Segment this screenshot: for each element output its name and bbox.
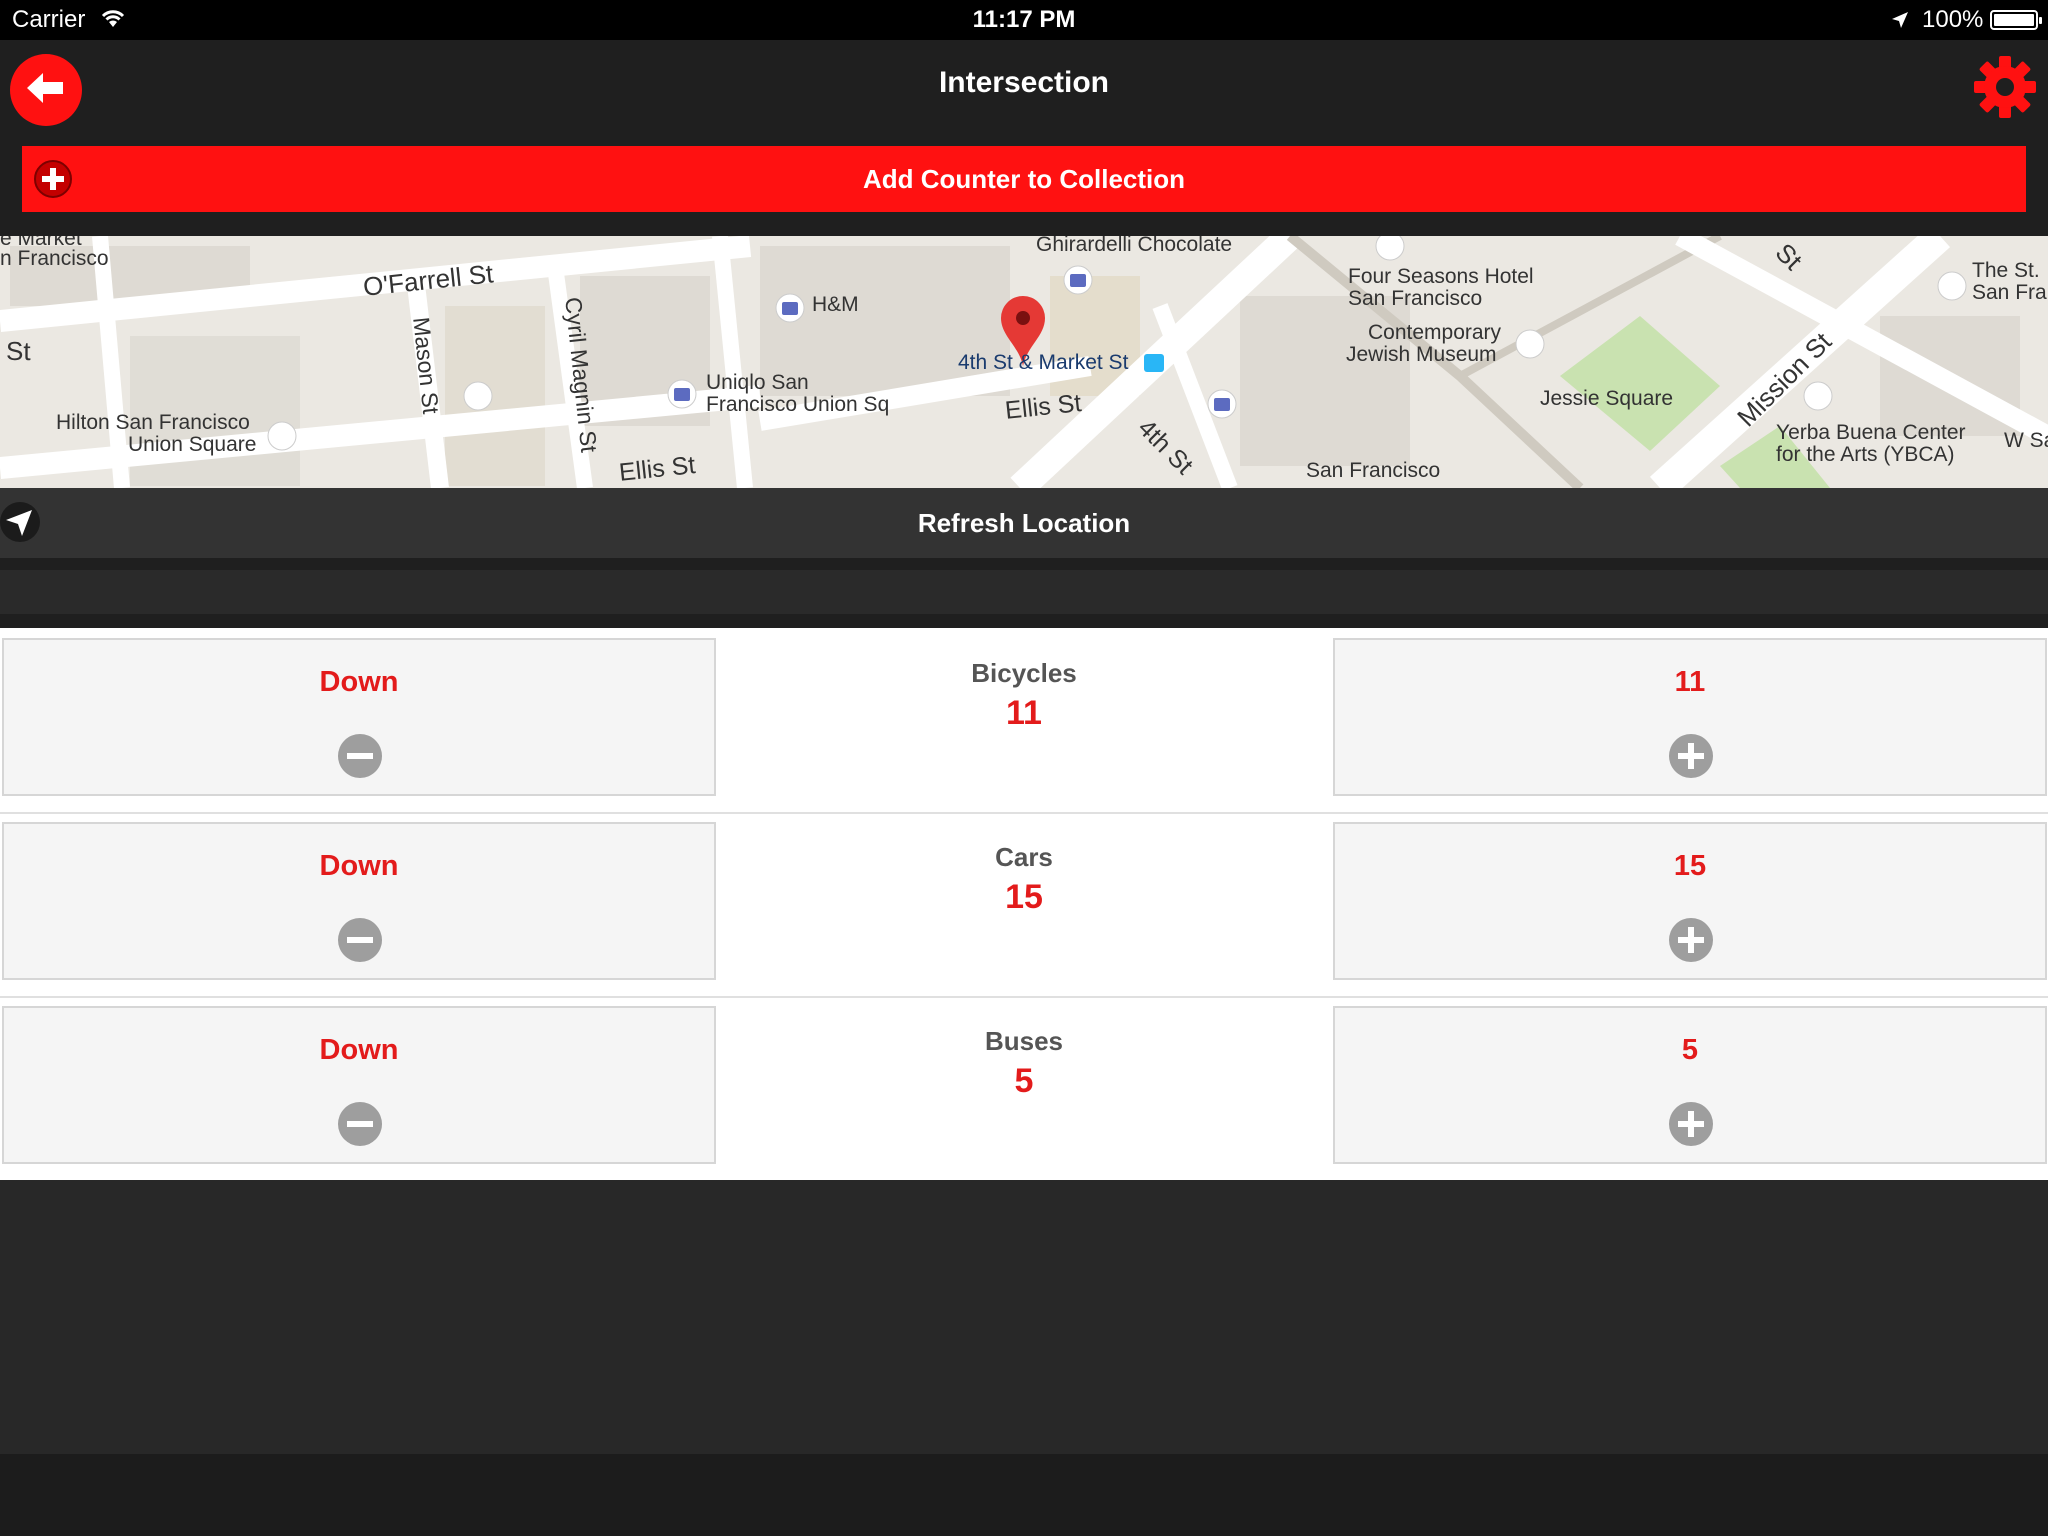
counter-name: Cars — [995, 842, 1053, 872]
minus-circle-icon — [338, 1102, 382, 1146]
map-label: Ghirardelli Chocolate — [1036, 236, 1233, 256]
down-label: Down — [319, 850, 399, 882]
refresh-location-button[interactable]: Refresh Location — [0, 488, 2048, 558]
map-label: St — [6, 336, 31, 366]
add-counter-label: Add Counter to Collection — [862, 164, 1186, 194]
counter-value: 11 — [1006, 694, 1042, 732]
nav-bar: Intersection Add Counter to Collection — [0, 40, 2048, 236]
down-button[interactable]: Down — [2, 822, 716, 980]
battery-percent: 100% — [1922, 6, 1984, 33]
plus-circle-icon — [1669, 734, 1713, 778]
map-label: for the Arts (YBCA) — [1776, 443, 1955, 466]
map-label: Four Seasons Hotel — [1348, 265, 1534, 288]
down-button[interactable]: Down — [2, 638, 716, 796]
clock: 11:17 PM — [972, 6, 1076, 33]
up-button[interactable]: 11 — [1333, 638, 2047, 796]
counter-value: 15 — [1005, 878, 1043, 916]
map-label: Francisco Union Sq — [706, 393, 890, 416]
map-label: Contemporary — [1368, 321, 1502, 344]
down-label: Down — [319, 1034, 399, 1066]
battery-icon — [1990, 10, 2042, 30]
map-label: 4th St & Market St — [958, 351, 1129, 374]
minus-circle-icon — [338, 734, 382, 778]
counter-value: 5 — [1014, 1062, 1034, 1100]
map-label: Ellis St — [617, 451, 697, 487]
map-label: San Fra — [1972, 281, 2047, 304]
map-label: San Francisco — [1348, 287, 1483, 310]
settings-button[interactable] — [1972, 54, 2038, 120]
empty-content-area — [0, 1180, 2048, 1454]
up-button[interactable]: 15 — [1333, 822, 2047, 980]
location-arrow-icon — [1890, 9, 1910, 37]
map-label: H&M — [812, 293, 859, 316]
add-counter-button[interactable]: Add Counter to Collection — [22, 146, 2026, 212]
plus-circle-icon — [1669, 918, 1713, 962]
map-label: The St. — [1972, 259, 2040, 282]
up-label: 15 — [1673, 850, 1707, 882]
counter-row-cars: Down Cars 15 15 — [0, 812, 2048, 996]
map-label: n Francisco — [0, 247, 109, 270]
map-label: Union Square — [128, 433, 257, 456]
minus-circle-icon — [338, 918, 382, 962]
counter-name: Buses — [984, 1026, 1064, 1056]
counter-row-bicycles: Down Bicycles 11 11 — [0, 628, 2048, 812]
map-label: Ellis St — [1003, 389, 1083, 425]
down-button[interactable]: Down — [2, 1006, 716, 1164]
map-label: Jessie Square — [1540, 387, 1674, 410]
plus-circle-icon — [1669, 1102, 1713, 1146]
gear-icon — [1972, 56, 2038, 124]
counter-name: Bicycles — [971, 658, 1077, 688]
map-label: W Sa — [2004, 429, 2048, 452]
map-label: San Francisco — [1306, 459, 1441, 482]
up-button[interactable]: 5 — [1333, 1006, 2047, 1164]
up-label: 11 — [1674, 666, 1706, 698]
map-label: Uniqlo San — [706, 371, 809, 394]
status-bar: Carrier 11:17 PM 100% — [0, 0, 2048, 40]
down-label: Down — [319, 666, 399, 698]
spacer-bar — [0, 570, 2048, 614]
map-label: Jewish Museum — [1346, 343, 1497, 366]
map-label: Hilton San Francisco — [56, 411, 250, 434]
counters-list: Down Bicycles 11 11 Down Cars 15 15 Down… — [0, 628, 2048, 1180]
map-label: Yerba Buena Center — [1776, 421, 1966, 444]
up-label: 5 — [1681, 1034, 1699, 1066]
map-view[interactable]: e Market n Francisco St O'Farrell St Mas… — [0, 236, 2048, 488]
refresh-location-label: Refresh Location — [917, 508, 1131, 538]
counter-row-buses: Down Buses 5 5 — [0, 996, 2048, 1180]
bottom-bar — [0, 1454, 2048, 1536]
page-title: Intersection — [938, 66, 1110, 99]
